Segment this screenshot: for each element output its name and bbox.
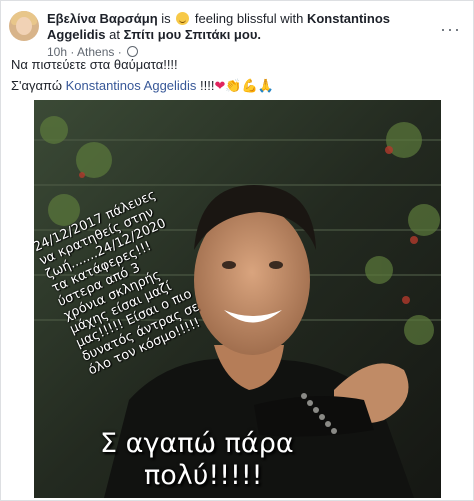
more-options-icon[interactable]: ··· bbox=[440, 19, 461, 40]
post-header-text: Εβελίνα Βαρσάμη is feeling blissful with… bbox=[47, 11, 431, 43]
post-card: Εβελίνα Βαρσάμη is feeling blissful with… bbox=[0, 0, 474, 501]
is-label: is bbox=[161, 11, 171, 26]
caption-line-1: Σ αγαπώ πάρα bbox=[100, 428, 294, 459]
post-text-line-1: Να πιστεύετε στα θαύματα!!!! bbox=[11, 57, 178, 72]
post-text-line-2: Σ'αγαπώ Konstantinos Aggelidis !!!!❤👏💪🙏 bbox=[11, 78, 274, 94]
smile-emoji-icon bbox=[176, 12, 190, 25]
at-label: at bbox=[109, 27, 120, 42]
with-label: with bbox=[280, 11, 304, 26]
post-header: Εβελίνα Βαρσάμη is feeling blissful with… bbox=[9, 9, 465, 59]
text-prefix: Σ'αγαπώ bbox=[11, 78, 62, 93]
feeling-label: feeling blissful bbox=[194, 11, 277, 26]
globe-icon bbox=[127, 46, 139, 57]
post-photo[interactable]: 24/12/2017 πάλευες να κρατηθείς στην ζωή… bbox=[34, 100, 441, 498]
text-tagged-person[interactable]: Konstantinos Aggelidis bbox=[66, 78, 197, 93]
text-emojis: ❤👏💪🙏 bbox=[214, 78, 274, 93]
place-name[interactable]: Σπίτι μου Σπιτάκι μου. bbox=[124, 27, 261, 42]
photo-caption: Σ αγαπώ πάρα πολύ!!!!! bbox=[100, 428, 294, 492]
text-suffix: !!!! bbox=[200, 78, 215, 93]
caption-line-2: πολύ!!!!! bbox=[144, 460, 263, 491]
place-line1: Σπίτι μου bbox=[123, 27, 182, 42]
place-line2: Σπιτάκι μου. bbox=[184, 27, 261, 42]
avatar[interactable] bbox=[9, 11, 39, 41]
avatar-face bbox=[16, 17, 32, 35]
author-name[interactable]: Εβελίνα Βαρσάμη bbox=[47, 11, 158, 26]
